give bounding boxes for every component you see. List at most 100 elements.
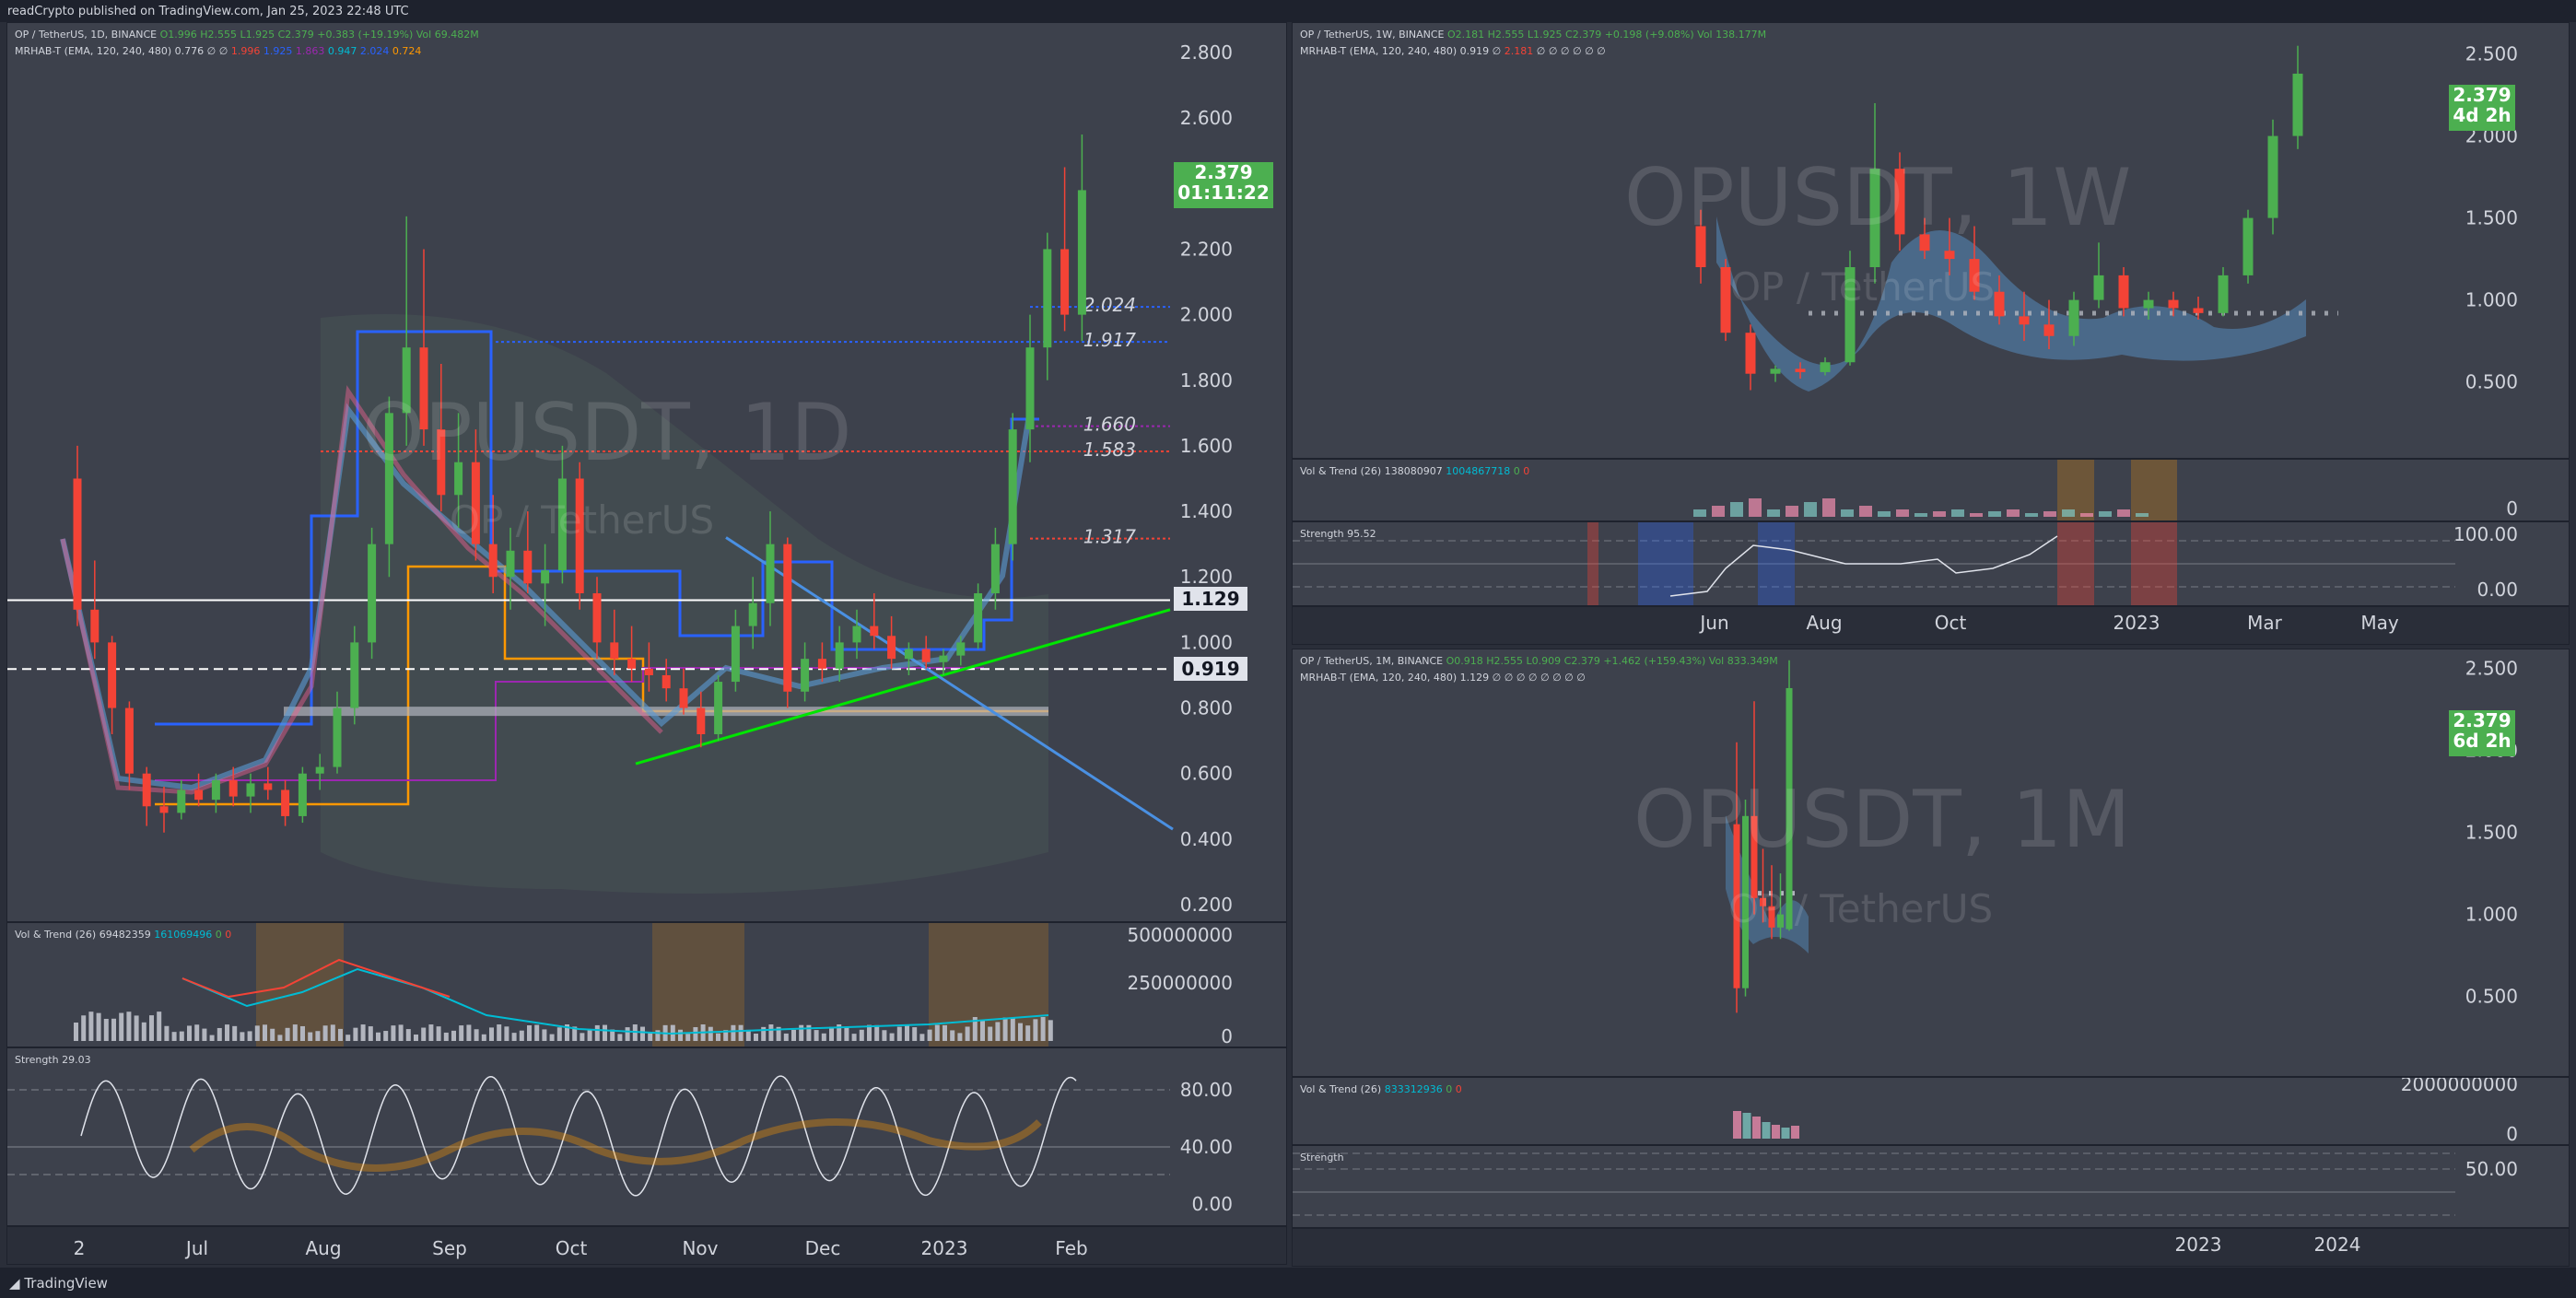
daily-vol-bar — [625, 1027, 630, 1041]
daily-candle — [211, 779, 220, 801]
daily-candle — [835, 642, 844, 669]
daily-candle — [246, 783, 255, 797]
daily-vol-tick: 0 — [1221, 1025, 1233, 1047]
monthly-strength-pane[interactable]: 50.00 Strength — [1292, 1145, 2570, 1228]
weekly-vol-bar — [2099, 511, 2112, 517]
weekly-vol-bar — [2025, 513, 2038, 517]
weekly-candle — [1770, 368, 1781, 374]
weekly-volume-pane[interactable]: 0 Vol & Trend (26) 138080907 1004867718 … — [1292, 459, 2570, 521]
daily-price-tick: 1.200 — [1180, 566, 1233, 588]
monthly-strength-svg: 50.00 — [1293, 1152, 2518, 1216]
weekly-vol-bar — [1988, 511, 2001, 517]
weekly-strength-pane[interactable]: 100.00 0.00 Strength 95.52 — [1292, 521, 2570, 606]
weekly-vol-bar — [1951, 509, 1964, 517]
daily-vol-bar — [889, 1033, 895, 1041]
weekly-volume-legend: Vol & Trend (26) 138080907 1004867718 0 … — [1300, 465, 1530, 477]
weekly-candle — [1994, 291, 2005, 317]
monthly-time-tick: 2024 — [2314, 1234, 2361, 1256]
weekly-time-axis[interactable]: Jun Aug Oct 2023 Mar May — [1292, 606, 2570, 645]
daily-volume-legend: Vol & Trend (26) 69482359 161069496 0 0 — [15, 929, 232, 941]
daily-level-1129-tag: 1.129 — [1174, 587, 1247, 611]
daily-price-tick: 1.400 — [1180, 500, 1233, 522]
publish-bar: readCrypto published on TradingView.com,… — [0, 0, 2576, 22]
daily-vol-bar — [421, 1027, 427, 1041]
daily-vol-bar — [481, 1034, 486, 1041]
weekly-vol-bar — [1749, 498, 1762, 517]
monthly-time-axis[interactable]: 2023 2024 — [1292, 1228, 2570, 1267]
weekly-candle — [1720, 267, 1731, 333]
weekly-strength-tick: 100.00 — [2453, 523, 2518, 545]
daily-strength-tick: 0.00 — [1191, 1193, 1233, 1215]
daily-candle — [488, 544, 498, 578]
daily-candle — [783, 544, 792, 692]
daily-vol-bar — [451, 1030, 456, 1041]
weekly-strength-legend: Strength 95.52 — [1300, 528, 1376, 540]
weekly-vol-bar — [2007, 509, 2020, 517]
daily-candle — [921, 649, 931, 662]
daily-time-tick: 2023 — [921, 1237, 968, 1259]
weekly-price-tick: 1.500 — [2465, 207, 2518, 229]
daily-vol-bar — [315, 1031, 321, 1041]
daily-vol-bar — [428, 1024, 434, 1041]
daily-vol-bar — [345, 1035, 351, 1041]
weekly-legend-indicator: MRHAB-T (EMA, 120, 240, 480) 0.919 ∅ 2.1… — [1300, 45, 1606, 57]
weekly-time-tick: May — [2360, 612, 2399, 634]
daily-vol-bar — [1018, 1023, 1023, 1041]
daily-price-tick: 1.800 — [1180, 369, 1233, 392]
daily-vol-bar — [934, 1024, 940, 1041]
weekly-vol-bar — [1712, 506, 1725, 517]
weekly-strength-band — [1758, 522, 1795, 605]
daily-vol-bar — [943, 1024, 947, 1041]
daily-candle — [541, 570, 550, 584]
daily-vol-bar — [126, 1012, 132, 1041]
daily-time-tick: Oct — [556, 1237, 588, 1259]
daily-vol-bar — [655, 1030, 661, 1041]
daily-candle — [644, 668, 653, 675]
daily-vol-bar — [980, 1020, 985, 1041]
daily-vol-bar — [511, 1033, 517, 1041]
daily-volume-pane[interactable]: 500000000 250000000 0 Vol & Trend (26) 694… — [6, 922, 1287, 1047]
daily-candle — [592, 593, 602, 643]
daily-vol-bar — [594, 1024, 600, 1041]
daily-vol-bar — [905, 1024, 909, 1041]
daily-price-tick: 2.600 — [1180, 107, 1233, 129]
daily-candle — [679, 688, 688, 708]
daily-last-price-tag: 2.379 01:11:22 — [1174, 162, 1273, 208]
daily-candle — [159, 806, 169, 813]
weekly-price-pane[interactable]: 2.500 2.000 1.500 1.000 0.500 OPUSDT, 1W OP … — [1292, 22, 2570, 459]
weekly-price-tick: 1.000 — [2465, 289, 2518, 311]
daily-candle — [887, 636, 896, 660]
daily-vol-bar — [134, 1015, 139, 1041]
daily-vol-bar — [1025, 1025, 1031, 1041]
daily-candle — [817, 659, 826, 669]
daily-level-0919-tag: 0.919 — [1174, 657, 1247, 681]
daily-vol-bar — [580, 1033, 585, 1041]
daily-candle — [523, 550, 533, 584]
daily-vol-tick: 250000000 — [1127, 972, 1233, 994]
monthly-watermark: OPUSDT, 1M — [1633, 774, 2131, 866]
daily-candle — [956, 642, 966, 656]
daily-vol-bar — [263, 1024, 267, 1041]
daily-vol-bar — [731, 1024, 736, 1041]
daily-vol-bar — [330, 1024, 335, 1041]
weekly-time-tick: Jun — [1698, 612, 1728, 634]
daily-vol-bar — [829, 1026, 834, 1041]
daily-candle — [124, 707, 134, 774]
daily-time-axis[interactable]: 2 Jul Aug Sep Oct Nov Dec 2023 Feb — [6, 1226, 1287, 1265]
daily-vol-bar — [254, 1025, 260, 1041]
monthly-time-svg: 2023 2024 — [2175, 1234, 2361, 1256]
monthly-vol-bar — [1791, 1126, 1799, 1139]
daily-candle — [315, 766, 324, 774]
daily-vol-bar — [179, 1031, 184, 1041]
daily-price-pane[interactable]: 2.8002.6002.4002.2002.0001.8001.6001.400… — [6, 22, 1287, 922]
daily-price-tick: 2.800 — [1180, 41, 1233, 64]
tradingview-logo[interactable]: ◢ TradingView — [9, 1275, 108, 1292]
monthly-price-pane[interactable]: 2.5002.0001.5001.0000.500 OPUSDT, 1M OP … — [1292, 649, 2570, 1077]
daily-volume-svg: 500000000 250000000 0 — [74, 923, 1233, 1047]
monthly-volume-pane[interactable]: 2000000000 0 Vol & Trend (26) 833312936 0… — [1292, 1077, 2570, 1145]
daily-strength-pane[interactable]: 80.00 40.00 0.00 Strength 29.03 — [6, 1047, 1287, 1226]
daily-vol-bar — [685, 1034, 691, 1041]
daily-price-tick: 2.000 — [1180, 304, 1233, 326]
weekly-candle — [1795, 368, 1806, 372]
daily-candle — [1008, 429, 1017, 544]
